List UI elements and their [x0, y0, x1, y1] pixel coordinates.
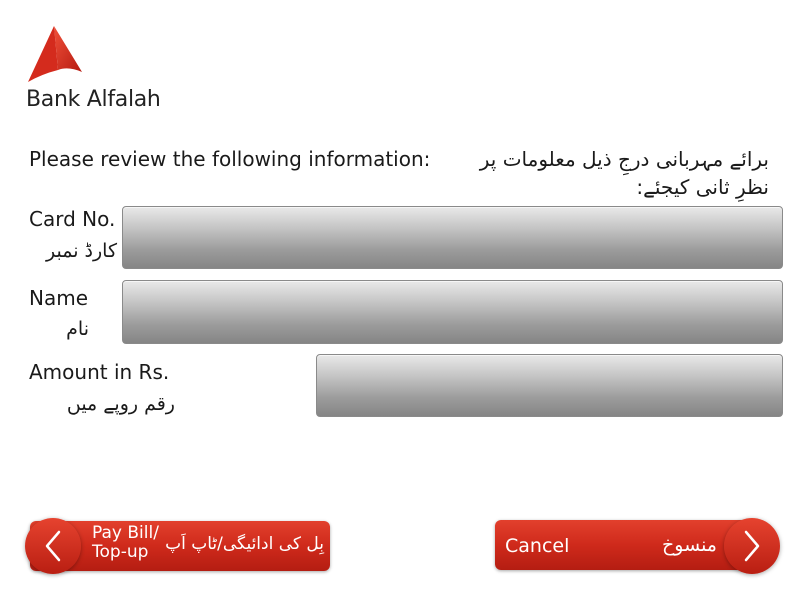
name-label-urdu: نام	[66, 318, 89, 340]
amount-label: Amount in Rs.	[29, 360, 170, 384]
amount-field	[316, 354, 783, 417]
chevron-left-icon	[45, 530, 61, 562]
cancel-label: Cancel	[505, 535, 570, 557]
chevron-right-icon	[744, 530, 760, 562]
pay-bill-label-line2: Top-up	[92, 542, 149, 562]
pay-bill-label-line1: Pay Bill/	[92, 523, 159, 543]
name-label: Name	[29, 286, 89, 310]
pay-bill-label-urdu: بِل کی ادائیگی/ٹاپ اَپ	[165, 534, 324, 554]
amount-label-urdu: رقم روپے میں	[66, 393, 175, 415]
name-field	[122, 280, 783, 344]
cancel-button[interactable]: Cancel منسوخ	[495, 520, 757, 570]
prompt-urdu: برائے مہربانی درجِ ذیل معلومات پر نظرِ ث…	[479, 147, 769, 199]
pay-bill-chevron[interactable]	[25, 518, 81, 574]
alfalah-logo-icon	[28, 26, 82, 82]
bank-logo: Bank Alfalah	[26, 26, 166, 116]
brand-name: Bank Alfalah	[26, 87, 161, 112]
cancel-label-urdu: منسوخ	[662, 534, 717, 556]
card-number-label: Card No.	[29, 207, 116, 231]
card-number-label-urdu: کارڈ نمبر	[46, 240, 117, 262]
card-number-field	[122, 206, 783, 269]
cancel-chevron[interactable]	[724, 518, 780, 574]
prompt-english: Please review the following information:	[29, 147, 431, 171]
